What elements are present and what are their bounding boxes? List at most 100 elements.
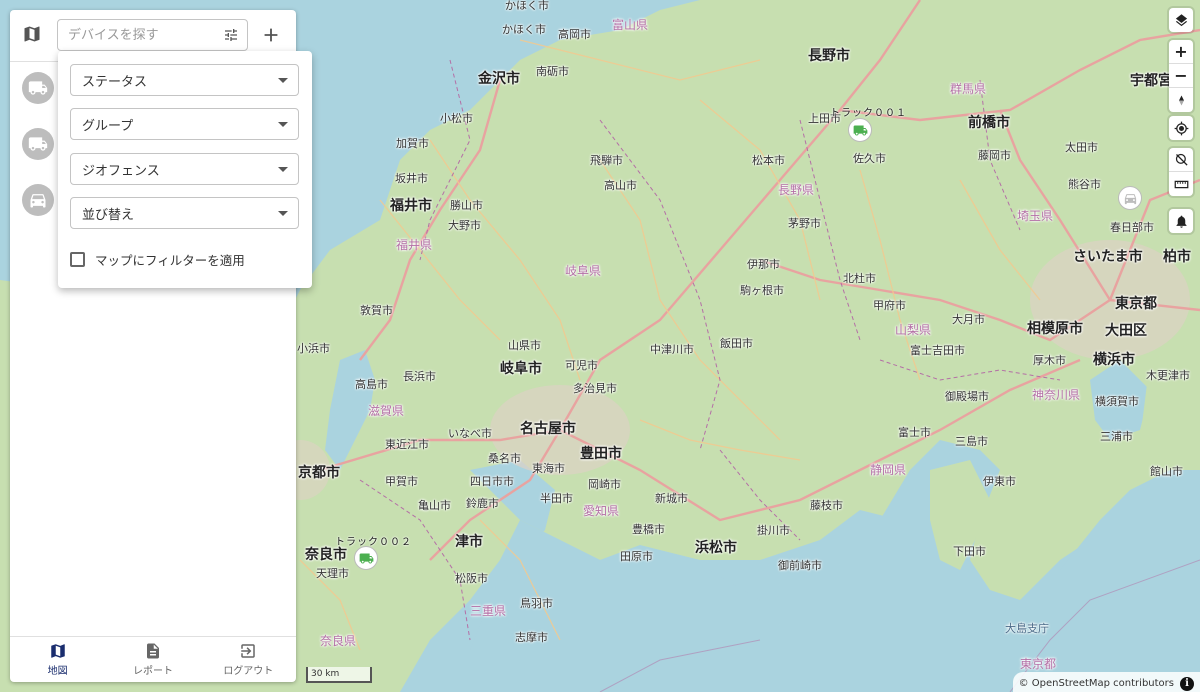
device-search-input[interactable] (58, 20, 208, 50)
map-label: 新城市 (655, 492, 688, 505)
logout-icon (241, 644, 256, 658)
map-label: 北杜市 (843, 272, 876, 285)
map-label: 御殿場市 (945, 390, 989, 403)
map-label: 東京都 (1115, 296, 1157, 312)
device-avatar[interactable] (22, 128, 54, 160)
map-label: 藤枝市 (810, 499, 843, 512)
truck-icon (28, 81, 48, 95)
map-toggle-button[interactable] (22, 24, 46, 48)
map-label: 亀山市 (418, 499, 451, 512)
device-marker-truck-002[interactable] (354, 546, 378, 570)
add-device-button[interactable] (260, 24, 282, 46)
zoom-control: + − (1169, 40, 1193, 112)
status-filter-select[interactable]: ステータス (70, 64, 299, 96)
device-search (57, 19, 248, 51)
device-list (22, 72, 54, 240)
map-label: 豊橋市 (632, 523, 665, 536)
map-label: 山梨県 (895, 323, 932, 337)
map-label: 下田市 (953, 545, 986, 558)
map-label: 館山市 (1150, 465, 1183, 478)
ruler-button[interactable] (1169, 172, 1193, 196)
layers-control (1169, 8, 1193, 32)
attribution-text: © OpenStreetMap contributors (1018, 678, 1174, 689)
zoom-out-button[interactable]: − (1169, 64, 1193, 88)
map-label: 奈良県 (320, 634, 357, 648)
map-label: 大野市 (448, 219, 481, 232)
map-label: 田原市 (620, 550, 653, 563)
device-marker-car[interactable] (1118, 186, 1142, 210)
device-marker-truck-001[interactable] (848, 118, 872, 142)
map-label: 富山県 (612, 18, 649, 32)
map-label: 半田市 (540, 492, 573, 505)
filter-popover: ステータス グループ ジオフェンス 並び替え マップにフィルターを適用 (58, 51, 312, 288)
map-label: 大島支庁 (1005, 622, 1049, 635)
map-label: 柏市 (1163, 249, 1191, 265)
apply-filter-to-map[interactable]: マップにフィルターを適用 (70, 250, 245, 269)
plus-icon (264, 28, 278, 42)
apply-filter-checkbox[interactable] (70, 252, 85, 267)
map-label: 志摩市 (515, 631, 548, 644)
map-label: 中津川市 (650, 343, 694, 356)
info-icon[interactable]: i (1180, 676, 1194, 691)
compass-button[interactable] (1169, 88, 1193, 112)
sort-select[interactable]: 並び替え (70, 197, 299, 229)
map-label: 前橋市 (968, 115, 1010, 131)
map-label: 岐阜県 (565, 264, 602, 278)
device-marker-label: トラック００１ (830, 108, 907, 119)
map-label: 天理市 (316, 567, 349, 580)
nav-map[interactable]: 地図 (10, 637, 105, 682)
map-label: 甲賀市 (385, 475, 418, 488)
map-label: 木更津市 (1146, 369, 1190, 382)
map-label: 飯田市 (720, 337, 753, 350)
notifications-control (1169, 209, 1193, 233)
tools-control (1169, 148, 1193, 196)
map-label: 豊田市 (580, 446, 622, 462)
group-filter-select[interactable]: グループ (70, 108, 299, 140)
map-label: 茅野市 (788, 217, 821, 230)
device-avatar[interactable] (22, 72, 54, 104)
map-label: 熊谷市 (1068, 178, 1101, 191)
map-label: 鈴鹿市 (466, 497, 499, 510)
nav-logout-label: ログアウト (223, 666, 274, 677)
map-label: 岐阜市 (500, 361, 542, 377)
caret-down-icon (278, 167, 288, 172)
layers-icon (1175, 13, 1187, 26)
map-label: 高岡市 (558, 28, 591, 41)
map-label: 東近江市 (385, 438, 429, 451)
map-label: 宇都宮 (1130, 73, 1172, 89)
map-label: 御前崎市 (778, 559, 822, 572)
truck-icon (359, 553, 373, 563)
layers-button[interactable] (1169, 8, 1193, 32)
minus-icon: − (1174, 66, 1188, 85)
map-label: 厚木市 (1033, 354, 1066, 367)
locate-button[interactable] (1169, 116, 1193, 140)
sort-label: 並び替え (82, 207, 135, 223)
map-label: 大田区 (1105, 323, 1147, 339)
geofence-filter-select[interactable]: ジオフェンス (70, 153, 299, 185)
map-label: 太田市 (1065, 141, 1098, 154)
map-label: 京都市 (298, 465, 340, 481)
map-label: 三重県 (470, 604, 507, 618)
status-filter-label: ステータス (82, 74, 148, 90)
tune-icon[interactable] (223, 27, 239, 43)
map-label: 伊那市 (747, 258, 780, 271)
map-label: 桑名市 (488, 452, 521, 465)
map-label: 春日部市 (1110, 221, 1154, 234)
caret-down-icon (278, 211, 288, 216)
nav-map-label: 地図 (47, 666, 68, 677)
nav-logout[interactable]: ログアウト (201, 637, 296, 682)
map-label: 佐久市 (853, 152, 886, 165)
map-label: 長野市 (808, 48, 850, 64)
map-label: 大月市 (952, 313, 985, 326)
zoom-in-button[interactable]: + (1169, 40, 1193, 64)
map-label: 駒ヶ根市 (740, 284, 784, 297)
map-label: 長野県 (778, 183, 815, 197)
nav-reports[interactable]: レポート (105, 637, 200, 682)
map-label: 福井市 (390, 198, 432, 214)
device-avatar[interactable] (22, 184, 54, 216)
notifications-button[interactable] (1169, 209, 1193, 233)
follow-button[interactable] (1169, 148, 1193, 172)
map-label: 多治見市 (573, 382, 617, 395)
map-label: 神奈川県 (1032, 388, 1081, 402)
map-label: 静岡県 (870, 463, 907, 477)
